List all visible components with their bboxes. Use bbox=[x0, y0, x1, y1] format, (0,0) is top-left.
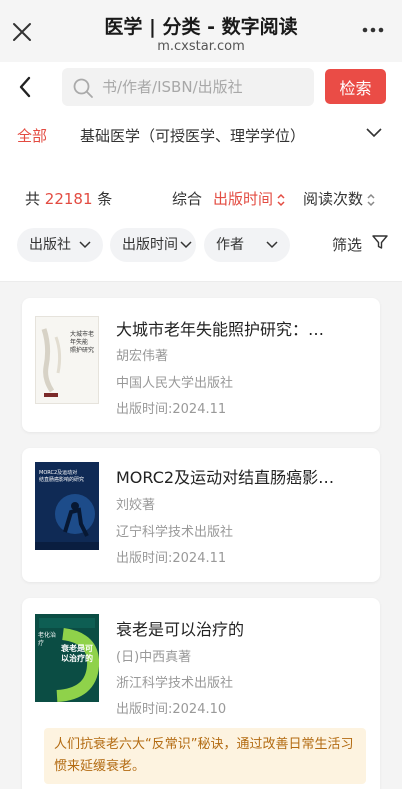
search-input[interactable] bbox=[102, 74, 307, 100]
search-icon bbox=[73, 78, 93, 98]
book-recommendation-tip: 人们抗衰老六大“反常识”秘诀，通过改善日常生活习惯来延缓衰老。 bbox=[44, 728, 366, 784]
search-button[interactable]: 检索 bbox=[325, 69, 386, 104]
sort-arrows-icon bbox=[367, 193, 375, 206]
chevron-down-icon bbox=[266, 241, 278, 249]
more-options-icon[interactable] bbox=[362, 24, 384, 36]
sort-row: 共 22181 条 综合 出版时间 阅读次数 bbox=[0, 158, 402, 220]
book-card[interactable]: 大城市老年失能 照护研究 大城市老年失能照护研究：… 胡宏伟著 中国人民大学出版社… bbox=[22, 298, 380, 432]
chevron-down-icon[interactable] bbox=[366, 128, 382, 138]
sort-comprehensive[interactable]: 综合 bbox=[172, 188, 202, 209]
sort-arrows-icon bbox=[277, 193, 285, 206]
cover-title-text: MORC2及运动对 结直肠癌影响的研究 bbox=[39, 470, 85, 483]
search-bar: 检索 bbox=[0, 62, 402, 112]
book-publish-date: 出版时间:2024.11 bbox=[116, 551, 227, 566]
cover-title-text: 大城市老年失能 照护研究 bbox=[70, 331, 95, 354]
book-cover[interactable]: 衰老是可以治疗的 老化治疗 bbox=[35, 614, 99, 702]
book-title[interactable]: 大城市老年失能照护研究：… bbox=[116, 316, 368, 340]
sort-read-count[interactable]: 阅读次数 bbox=[303, 188, 376, 209]
back-arrow-icon[interactable] bbox=[16, 75, 34, 99]
sort-publish-date[interactable]: 出版时间 bbox=[213, 188, 286, 209]
chevron-down-icon bbox=[79, 241, 91, 249]
category-all-tab[interactable]: 全部 bbox=[17, 125, 47, 146]
book-cover[interactable]: 大城市老年失能 照护研究 bbox=[35, 316, 99, 404]
filter-publisher[interactable]: 出版社 bbox=[17, 228, 103, 262]
top-bar: 医学 | 分类 - 数字阅读 m.cxstar.com bbox=[0, 0, 402, 62]
chevron-down-icon bbox=[180, 241, 192, 249]
result-count: 共 22181 条 bbox=[25, 190, 113, 208]
book-publish-date: 出版时间:2024.11 bbox=[116, 402, 227, 417]
book-author: 刘姣著 bbox=[116, 498, 156, 513]
book-publish-date: 出版时间:2024.10 bbox=[116, 702, 227, 717]
book-author: 胡宏伟著 bbox=[116, 349, 169, 364]
book-publisher: 浙江科学技术出版社 bbox=[116, 676, 234, 691]
book-publisher: 辽宁科学技术出版社 bbox=[116, 525, 234, 540]
category-selected[interactable]: 基础医学（可授医学、理学学位） bbox=[80, 125, 305, 146]
book-cover[interactable]: MORC2及运动对 结直肠癌影响的研究 bbox=[35, 462, 99, 550]
category-row: 全部 基础医学（可授医学、理学学位） bbox=[0, 112, 402, 158]
cover-title-text: 衰老是可以治疗的 bbox=[61, 644, 93, 663]
book-publisher: 中国人民大学出版社 bbox=[116, 376, 234, 391]
filter-publish-date[interactable]: 出版时间 bbox=[110, 228, 196, 262]
page-title: 医学 | 分类 - 数字阅读 bbox=[104, 16, 298, 38]
cover-subtitle-text: 老化治疗 bbox=[38, 632, 57, 647]
book-title[interactable]: MORC2及运动对结直肠癌影… bbox=[116, 464, 368, 488]
book-card[interactable]: 衰老是可以治疗的 老化治疗 衰老是可以治疗的 (日)中西真著 浙江科学技术出版社… bbox=[22, 598, 380, 789]
search-box bbox=[62, 68, 314, 106]
book-author: (日)中西真著 bbox=[116, 650, 192, 665]
book-card[interactable]: MORC2及运动对 结直肠癌影响的研究 MORC2及运动对结直肠癌影… 刘姣著 辽… bbox=[22, 448, 380, 582]
filter-screen-button[interactable]: 筛选 bbox=[332, 234, 362, 255]
filter-row: 出版社 出版时间 作者 筛选 bbox=[0, 220, 402, 282]
book-title[interactable]: 衰老是可以治疗的 bbox=[116, 616, 368, 640]
filter-author[interactable]: 作者 bbox=[204, 228, 290, 262]
funnel-icon[interactable] bbox=[372, 234, 388, 250]
page-url: m.cxstar.com bbox=[157, 39, 245, 54]
